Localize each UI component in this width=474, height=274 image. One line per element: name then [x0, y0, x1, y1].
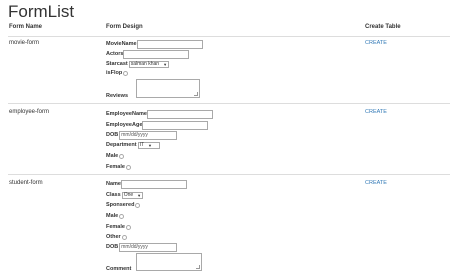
select-value: salman khan	[130, 61, 160, 67]
field-isflop: isFlop	[106, 68, 129, 78]
header-create-table: Create Table	[365, 24, 401, 30]
table-row-employee-form: employee-form CREATE EmployeeName Employ…	[8, 103, 450, 174]
field-department: Department IT ▼	[106, 140, 160, 150]
field-label: Class	[106, 192, 121, 198]
field-female: Female	[106, 222, 131, 232]
field-label: Starcast	[106, 61, 128, 67]
field-comment: Comment	[106, 264, 131, 274]
field-sponsered: Sponsered	[106, 200, 141, 210]
sponsered-radio[interactable]	[135, 202, 141, 208]
isflop-radio[interactable]	[123, 70, 129, 76]
field-dob: DOB mm/dd/yyyy	[106, 242, 178, 252]
dob-date-input[interactable]: mm/dd/yyyy	[119, 242, 178, 252]
field-label: MovieName	[106, 41, 137, 47]
form-name-cell: employee-form	[9, 109, 50, 115]
field-female: Female	[106, 162, 131, 172]
field-label: isFlop	[106, 70, 123, 76]
field-label: Reviews	[106, 93, 129, 99]
field-label: Female	[106, 224, 125, 230]
name-input[interactable]	[120, 179, 187, 189]
create-table-link[interactable]: CREATE	[365, 109, 387, 115]
create-table-link[interactable]: CREATE	[365, 40, 387, 46]
form-name-cell: movie-form	[9, 40, 40, 46]
field-label: Actors	[106, 51, 124, 57]
table-row-movie-form: movie-form CREATE MovieName Actors Starc…	[8, 37, 450, 103]
field-class: Class One ▼	[106, 190, 144, 200]
employeename-input[interactable]	[146, 109, 213, 119]
field-reviews: Reviews	[106, 91, 128, 101]
field-male: Male	[106, 211, 125, 221]
class-select[interactable]: One ▼	[121, 191, 144, 199]
field-employeename: EmployeeName	[106, 109, 213, 119]
female-radio[interactable]	[125, 224, 131, 230]
chevron-down-icon: ▼	[148, 142, 152, 148]
field-actors: Actors	[106, 49, 190, 59]
field-male: Male	[106, 151, 125, 161]
table-row-student-form: student-form CREATE Name Class One ▼ Spo…	[8, 174, 450, 274]
starcast-select[interactable]: salman khan ▼	[128, 60, 170, 68]
field-label: Female	[106, 164, 125, 170]
select-value: IT	[139, 142, 145, 148]
field-label: DOB	[106, 244, 119, 250]
field-moviename: MovieName	[106, 39, 203, 49]
create-table-link[interactable]: CREATE	[365, 180, 387, 186]
male-radio[interactable]	[119, 153, 125, 159]
date-placeholder: mm/dd/yyyy	[121, 244, 148, 250]
dob-date-input[interactable]: mm/dd/yyyy	[119, 130, 178, 140]
field-label: Name	[106, 181, 121, 187]
comment-textarea[interactable]	[136, 253, 202, 271]
page-title: FormList	[8, 2, 75, 21]
field-label: Other	[106, 234, 121, 240]
field-other: Other	[106, 232, 127, 242]
field-name: Name	[106, 179, 187, 189]
moviename-input[interactable]	[136, 39, 203, 49]
field-employeeage: EmployeeAge	[106, 120, 209, 130]
field-label: Male	[106, 213, 119, 219]
reviews-textarea[interactable]	[136, 79, 200, 98]
other-radio[interactable]	[121, 234, 127, 240]
field-label: Comment	[106, 266, 132, 272]
field-label: DOB	[106, 132, 119, 138]
date-placeholder: mm/dd/yyyy	[121, 132, 148, 138]
header-form-design: Form Design	[106, 24, 143, 30]
field-dob: DOB mm/dd/yyyy	[106, 130, 178, 140]
chevron-down-icon: ▼	[137, 192, 142, 198]
field-label: Sponsered	[106, 202, 135, 208]
table-header: Form Name Form Design Create Table	[8, 24, 450, 37]
employeeage-input[interactable]	[142, 120, 209, 130]
chevron-down-icon: ▼	[163, 61, 168, 67]
actors-input[interactable]	[123, 49, 190, 59]
form-list-page: FormList Form Name Form Design Create Ta…	[0, 0, 474, 274]
select-value: One	[123, 192, 134, 198]
field-label: EmployeeAge	[106, 122, 143, 128]
male-radio[interactable]	[119, 213, 125, 219]
form-name-cell: student-form	[9, 180, 43, 186]
field-label: EmployeeName	[106, 111, 147, 117]
field-label: Male	[106, 153, 119, 159]
header-form-name: Form Name	[9, 24, 43, 30]
department-select[interactable]: IT ▼	[137, 141, 160, 149]
field-label: Department	[106, 142, 137, 148]
female-radio[interactable]	[125, 164, 131, 170]
